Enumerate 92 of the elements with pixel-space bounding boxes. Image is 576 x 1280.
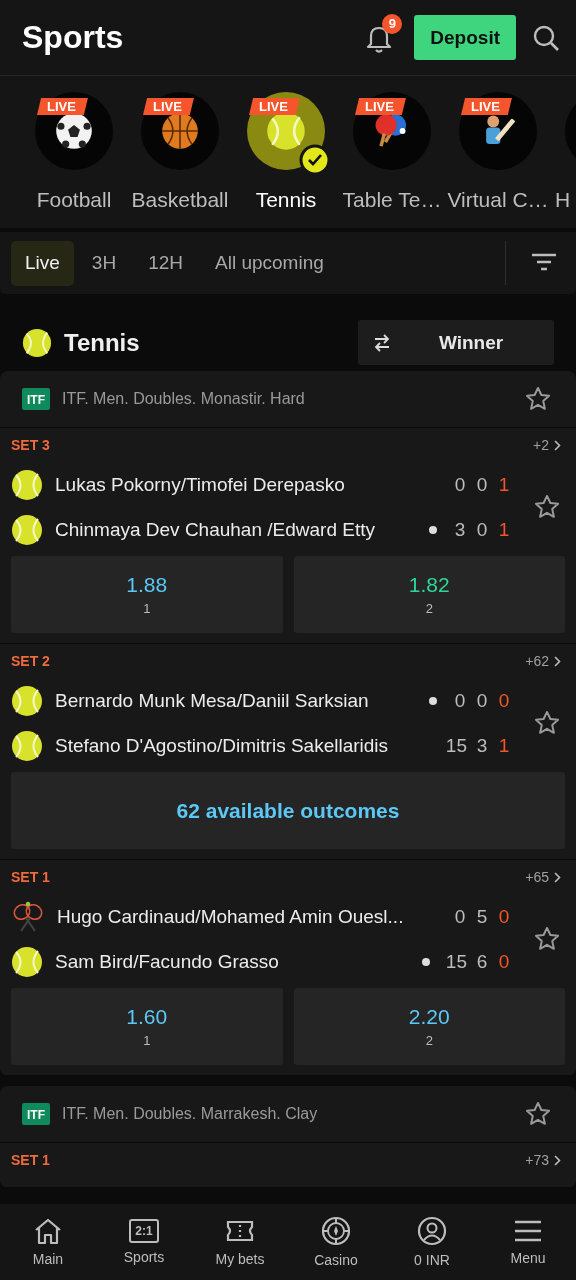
more-markets-link[interactable]: +62 [525, 653, 549, 669]
more-markets-link[interactable]: +73 [525, 1152, 549, 1168]
score: 1 [497, 734, 511, 757]
score: 0 [453, 905, 467, 928]
team-name: Stefano D'Agostino/Dimitris Sakellaridis [55, 734, 389, 757]
itf-logo: ITF [22, 1103, 50, 1125]
team-name: Bernardo Munk Mesa/Daniil Sarksian [55, 689, 369, 712]
time-filter-tab[interactable]: All upcoming [201, 240, 338, 286]
score: 5 [475, 905, 489, 928]
tennis-ball-icon [11, 684, 43, 717]
search-icon[interactable] [532, 23, 560, 52]
score: 3 [475, 734, 489, 757]
home-icon [33, 1217, 63, 1245]
score: 6 [475, 950, 489, 973]
sport-label[interactable]: Basketball [131, 188, 229, 212]
set-label: SET 3 [11, 437, 50, 453]
team-name: Sam Bird/Facundo Grasso [55, 950, 279, 973]
favorite-star-icon[interactable] [533, 493, 561, 521]
set-label: SET 1 [11, 869, 50, 885]
nav-tab[interactable]: 0 INR [387, 1216, 477, 1268]
section-title: Tennis [64, 328, 140, 357]
time-filter-tab[interactable]: 3H [77, 240, 131, 286]
chevron-right-icon[interactable] [554, 1154, 561, 1166]
tennis-ball-icon [11, 513, 43, 546]
time-filter-tab[interactable]: 12H [134, 240, 197, 286]
set-label: SET 1 [11, 1152, 50, 1168]
more-markets-link[interactable]: +65 [525, 869, 549, 885]
score: 0 [453, 473, 467, 496]
available-outcomes-button[interactable]: 62 available outcomes [11, 772, 565, 849]
odds-button[interactable]: 1.88 1 [11, 556, 283, 633]
tennis-ball-icon [11, 729, 43, 762]
casino-chip-icon [321, 1216, 351, 1246]
favorite-star-icon[interactable] [524, 385, 552, 413]
favorite-star-icon[interactable] [533, 709, 561, 737]
nav-tab[interactable]: Menu [483, 1218, 573, 1266]
checkmark-icon [299, 144, 331, 176]
score: 0 [475, 518, 489, 541]
soccer-ball-icon [55, 112, 93, 150]
score: 0 [497, 905, 511, 928]
live-badge: LIVE [143, 98, 194, 115]
live-badge: LIVE [37, 98, 88, 115]
score: 1 [497, 518, 511, 541]
chevron-right-icon[interactable] [554, 871, 561, 883]
tennis-ball-icon [11, 945, 43, 978]
sport-label[interactable]: Table Te… [342, 188, 442, 212]
tennis-ball-icon [11, 468, 43, 501]
favorite-star-icon[interactable] [524, 1100, 552, 1128]
odds-button[interactable]: 1.60 1 [11, 988, 283, 1065]
score: 0 [453, 689, 467, 712]
odds-button[interactable]: 1.82 2 [293, 556, 565, 633]
score: 0 [475, 473, 489, 496]
sport-label[interactable]: H [555, 188, 571, 212]
itf-logo: ITF [22, 388, 50, 410]
scoreboard-icon: 2:1 [129, 1219, 159, 1243]
nav-tab[interactable]: 2:1 Sports [99, 1219, 189, 1265]
nav-tab[interactable]: Main [3, 1217, 93, 1267]
score: 0 [497, 689, 511, 712]
notification-count: 9 [382, 13, 403, 34]
score: 0 [497, 950, 511, 973]
market-selector[interactable]: Winner [358, 320, 554, 365]
nav-tab[interactable]: Casino [291, 1216, 381, 1268]
time-filter-tab[interactable]: Live [11, 240, 74, 286]
sport-label[interactable]: Tennis [255, 188, 317, 212]
menu-icon [513, 1218, 543, 1244]
score: 3 [453, 518, 467, 541]
user-icon [417, 1216, 447, 1246]
crossed-rackets-icon [11, 900, 45, 933]
score: 15 [445, 734, 467, 757]
favorite-star-icon[interactable] [533, 925, 561, 953]
set-label: SET 2 [11, 653, 50, 669]
more-markets-link[interactable]: +2 [533, 437, 549, 453]
score: 1 [497, 473, 511, 496]
sport-label[interactable]: Virtual C… [447, 188, 549, 212]
page-title: Sports [22, 19, 124, 56]
league-title: ITF. Men. Doubles. Monastir. Hard [62, 390, 305, 408]
deposit-button[interactable]: Deposit [414, 15, 516, 60]
swap-icon [372, 332, 392, 353]
sport-label[interactable]: Football [36, 188, 112, 212]
chevron-right-icon[interactable] [554, 655, 561, 667]
chevron-right-icon[interactable] [554, 439, 561, 451]
league-title: ITF. Men. Doubles. Marrakesh. Clay [62, 1105, 318, 1123]
odds-button[interactable]: 2.20 2 [293, 988, 565, 1065]
live-badge: LIVE [355, 98, 406, 115]
team-name: Lukas Pokorny/Timofei Derepasko [55, 473, 345, 496]
nav-tab[interactable]: My bets [195, 1217, 285, 1267]
live-badge: LIVE [461, 98, 512, 115]
score: 15 [445, 950, 467, 973]
team-name: Hugo Cardinaud/Mohamed Amin Ouesl... [57, 905, 404, 928]
team-name: Chinmaya Dev Chauhan /Edward Etty [55, 518, 375, 541]
live-badge: LIVE [249, 98, 300, 115]
tennis-ball-icon [22, 327, 52, 358]
score: 0 [475, 689, 489, 712]
